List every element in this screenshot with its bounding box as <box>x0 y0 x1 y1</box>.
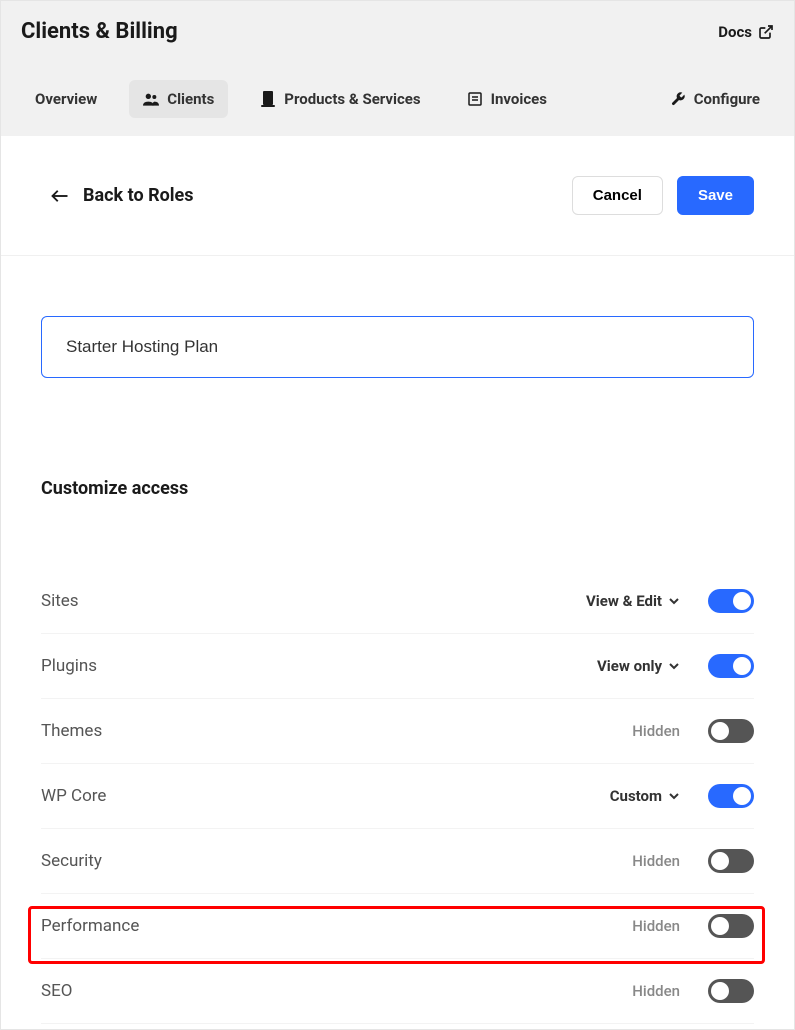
chevron-down-icon <box>668 660 680 672</box>
toggle-knob <box>733 592 751 610</box>
users-icon <box>143 91 159 107</box>
access-state: Hidden <box>632 917 680 935</box>
access-label: WP Core <box>41 786 610 806</box>
toggle-knob <box>711 917 729 935</box>
tab-overview[interactable]: Overview <box>21 80 111 118</box>
book-icon <box>260 91 276 107</box>
page-title: Clients & Billing <box>21 19 178 44</box>
docs-link[interactable]: Docs <box>718 23 774 41</box>
wrench-icon <box>670 91 686 107</box>
access-dropdown[interactable]: Custom <box>610 787 680 805</box>
access-label: Sites <box>41 591 586 611</box>
plan-name-input[interactable] <box>41 316 754 378</box>
access-state: Hidden <box>632 982 680 1000</box>
access-value-text: Hidden <box>632 982 680 1000</box>
toggle-knob <box>733 787 751 805</box>
docs-label: Docs <box>718 23 752 41</box>
access-row-wp-core: WP CoreCustom <box>41 764 754 829</box>
access-dropdown[interactable]: View only <box>597 657 680 675</box>
access-label: Plugins <box>41 656 597 676</box>
access-state: Hidden <box>632 722 680 740</box>
access-toggle[interactable] <box>708 654 754 678</box>
access-row-sites: SitesView & Edit <box>41 569 754 634</box>
cancel-button[interactable]: Cancel <box>572 176 663 215</box>
access-row-plugins: PluginsView only <box>41 634 754 699</box>
access-label: Themes <box>41 721 632 741</box>
access-toggle[interactable] <box>708 589 754 613</box>
tab-clients[interactable]: Clients <box>129 80 228 118</box>
tab-configure-label: Configure <box>694 90 760 108</box>
back-button[interactable]: Back to Roles <box>51 185 194 206</box>
access-row-themes: ThemesHidden <box>41 699 754 764</box>
access-row-security: SecurityHidden <box>41 829 754 894</box>
access-toggle[interactable] <box>708 979 754 1003</box>
access-value-text: Hidden <box>632 917 680 935</box>
tab-products[interactable]: Products & Services <box>246 80 434 118</box>
access-row-performance: PerformanceHidden <box>41 894 754 959</box>
access-value-text: Hidden <box>632 722 680 740</box>
invoice-icon <box>467 91 483 107</box>
access-state: Hidden <box>632 852 680 870</box>
toggle-knob <box>711 722 729 740</box>
tab-invoices[interactable]: Invoices <box>453 80 561 118</box>
access-value-text: Hidden <box>632 852 680 870</box>
access-label: Performance <box>41 916 632 936</box>
toggle-knob <box>711 982 729 1000</box>
tab-clients-label: Clients <box>167 90 214 108</box>
access-value-text: View & Edit <box>586 592 662 610</box>
chevron-down-icon <box>668 595 680 607</box>
tab-overview-label: Overview <box>35 90 97 108</box>
access-toggle[interactable] <box>708 784 754 808</box>
access-value-text: Custom <box>610 787 662 805</box>
access-toggle[interactable] <box>708 849 754 873</box>
access-label: Security <box>41 851 632 871</box>
external-link-icon <box>758 24 774 40</box>
toggle-knob <box>733 657 751 675</box>
section-title: Customize access <box>41 478 754 499</box>
access-row-seo: SEOHidden <box>41 959 754 1024</box>
tab-configure[interactable]: Configure <box>656 80 774 118</box>
tab-products-label: Products & Services <box>284 90 420 108</box>
access-toggle[interactable] <box>708 719 754 743</box>
back-label: Back to Roles <box>83 185 194 206</box>
access-dropdown[interactable]: View & Edit <box>586 592 680 610</box>
arrow-left-icon <box>51 189 69 203</box>
chevron-down-icon <box>668 790 680 802</box>
access-value-text: View only <box>597 657 662 675</box>
access-toggle[interactable] <box>708 914 754 938</box>
tab-invoices-label: Invoices <box>491 90 547 108</box>
save-button[interactable]: Save <box>677 176 754 215</box>
access-label: SEO <box>41 981 632 1001</box>
toggle-knob <box>711 852 729 870</box>
